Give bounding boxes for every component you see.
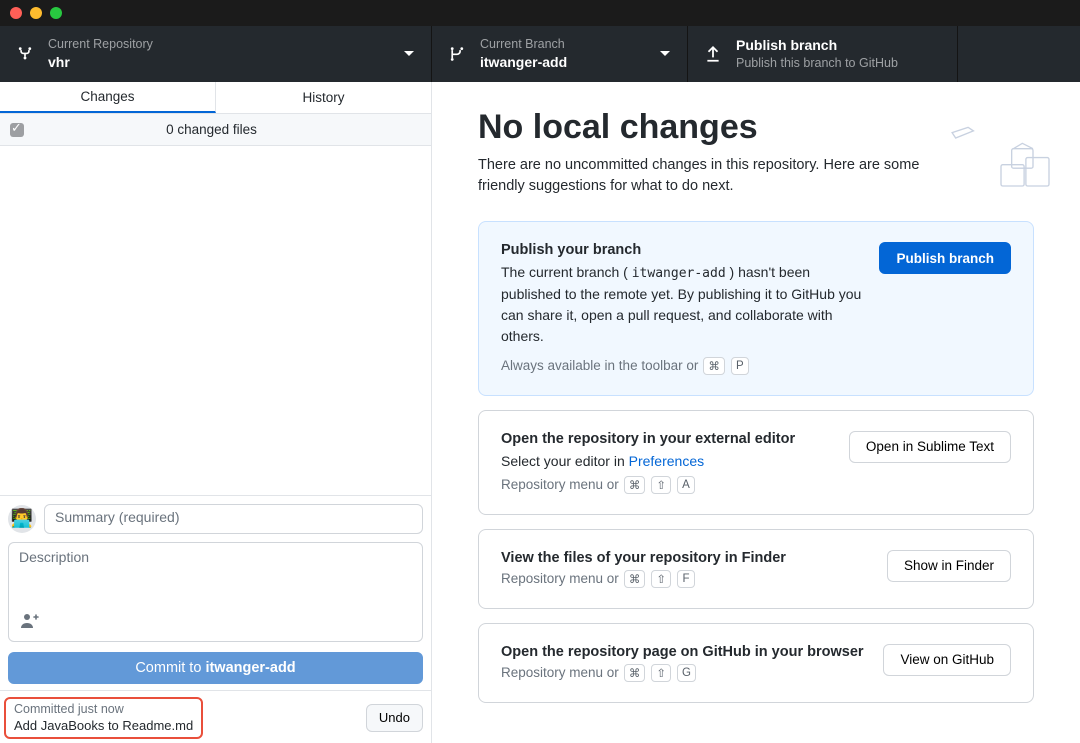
publish-subtitle: Publish this branch to GitHub bbox=[736, 55, 898, 72]
publish-branch-toolbar-button[interactable]: Publish branch Publish this branch to Gi… bbox=[688, 26, 958, 82]
commit-button[interactable]: Commit to itwanger-add bbox=[8, 652, 423, 684]
changes-select-all-row[interactable]: 0 changed files bbox=[0, 114, 431, 146]
kbd-shift: ⇧ bbox=[651, 570, 671, 588]
kbd-shift: ⇧ bbox=[651, 476, 671, 494]
last-commit-message: Add JavaBooks to Readme.md bbox=[14, 717, 193, 735]
branch-icon bbox=[448, 45, 466, 63]
changes-sidebar: Changes History 0 changed files 👨‍💻 Summ… bbox=[0, 82, 432, 743]
open-in-editor-button[interactable]: Open in Sublime Text bbox=[849, 431, 1011, 463]
branch-name: itwanger-add bbox=[480, 53, 567, 72]
empty-state-subtext: There are no uncommitted changes in this… bbox=[478, 155, 928, 197]
branch-switcher[interactable]: Current Branch itwanger-add bbox=[432, 26, 688, 82]
add-co-authors-button[interactable] bbox=[19, 603, 412, 635]
show-in-finder-button[interactable]: Show in Finder bbox=[887, 550, 1011, 582]
kbd-cmd: ⌘ bbox=[624, 476, 646, 494]
window-maximize-button[interactable] bbox=[50, 7, 62, 19]
card-editor-title: Open the repository in your external edi… bbox=[501, 431, 833, 447]
avatar: 👨‍💻 bbox=[8, 505, 36, 533]
empty-state-content: No local changes There are no uncommitte… bbox=[432, 82, 1080, 743]
chevron-down-icon bbox=[403, 50, 415, 58]
view-on-github-button[interactable]: View on GitHub bbox=[883, 644, 1011, 676]
card-open-editor: Open the repository in your external edi… bbox=[478, 410, 1034, 515]
card-finder-title: View the files of your repository in Fin… bbox=[501, 550, 871, 566]
app-toolbar: Current Repository vhr Current Branch it… bbox=[0, 26, 1080, 82]
title-bar bbox=[0, 0, 1080, 26]
card-view-github: Open the repository page on GitHub in yo… bbox=[478, 623, 1034, 703]
chevron-down-icon bbox=[659, 50, 671, 58]
select-all-checkbox[interactable] bbox=[10, 123, 24, 137]
repo-fork-icon bbox=[16, 45, 34, 63]
kbd-f: F bbox=[677, 570, 695, 588]
branch-label: Current Branch bbox=[480, 36, 567, 53]
undo-commit-button[interactable]: Undo bbox=[366, 704, 423, 732]
last-commit-banner: Committed just now Add JavaBooks to Read… bbox=[0, 690, 431, 743]
window-minimize-button[interactable] bbox=[30, 7, 42, 19]
kbd-shift: ⇧ bbox=[651, 664, 671, 682]
changed-files-count: 0 changed files bbox=[2, 122, 421, 137]
kbd-a: A bbox=[677, 476, 695, 494]
commit-description-input[interactable]: Description bbox=[19, 549, 412, 603]
commit-composer: 👨‍💻 Summary (required) Description Commi… bbox=[0, 495, 431, 690]
card-publish-branch-name: itwanger-add bbox=[632, 266, 726, 281]
sidebar-tabs: Changes History bbox=[0, 82, 431, 114]
empty-state-heading: No local changes bbox=[478, 108, 1034, 147]
repository-name: vhr bbox=[48, 53, 153, 72]
card-show-finder: View the files of your repository in Fin… bbox=[478, 529, 1034, 609]
tab-changes[interactable]: Changes bbox=[0, 82, 216, 113]
preferences-link[interactable]: Preferences bbox=[629, 453, 704, 469]
repository-switcher[interactable]: Current Repository vhr bbox=[0, 26, 432, 82]
card-publish-branch: Publish your branch The current branch (… bbox=[478, 221, 1034, 396]
kbd-g: G bbox=[677, 664, 696, 682]
repository-label: Current Repository bbox=[48, 36, 153, 53]
window-close-button[interactable] bbox=[10, 7, 22, 19]
publish-branch-button[interactable]: Publish branch bbox=[879, 242, 1011, 274]
kbd-cmd: ⌘ bbox=[624, 570, 646, 588]
card-github-title: Open the repository page on GitHub in yo… bbox=[501, 644, 867, 660]
publish-title: Publish branch bbox=[736, 36, 898, 55]
kbd-cmd: ⌘ bbox=[703, 357, 725, 375]
tab-history[interactable]: History bbox=[216, 82, 431, 113]
last-commit-time: Committed just now bbox=[14, 701, 193, 718]
upload-icon bbox=[704, 45, 722, 63]
card-publish-title: Publish your branch bbox=[501, 242, 863, 258]
kbd-cmd: ⌘ bbox=[624, 664, 646, 682]
kbd-p: P bbox=[731, 357, 749, 375]
commit-summary-input[interactable]: Summary (required) bbox=[44, 504, 423, 534]
